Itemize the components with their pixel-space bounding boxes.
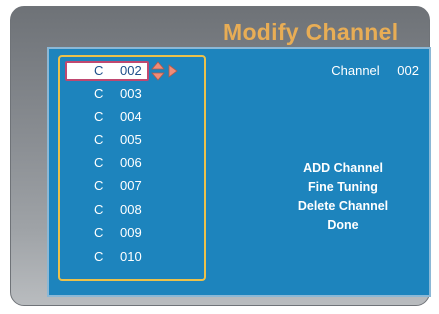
channel-item-selected[interactable]: C 002 — [60, 60, 204, 82]
channel-number: 003 — [120, 86, 142, 101]
channel-prefix: C — [94, 249, 104, 264]
channel-actions-menu: ADD Channel Fine Tuning Delete Channel D… — [251, 159, 435, 235]
modify-channel-panel: C 002 C 003 C 004 C 005 C 006 C 007 C 00… — [47, 47, 431, 297]
channel-number: 004 — [120, 109, 142, 124]
channel-item[interactable]: C 010 — [60, 246, 204, 268]
channel-prefix: C — [94, 225, 104, 240]
channel-number: 009 — [120, 225, 142, 240]
channel-prefix: C — [94, 132, 104, 147]
menu-title: Modify Channel — [223, 19, 399, 45]
channel-number: 006 — [120, 155, 142, 170]
channel-prefix: C — [94, 202, 104, 217]
channel-item[interactable]: C 003 — [60, 83, 204, 105]
fine-tuning-item[interactable]: Fine Tuning — [251, 178, 435, 197]
current-channel-number: 002 — [397, 63, 419, 78]
channel-label: Channel — [331, 63, 380, 78]
channel-prefix: C — [94, 109, 104, 124]
channel-number: 008 — [120, 202, 142, 217]
channel-item[interactable]: C 004 — [60, 106, 204, 128]
channel-item[interactable]: C 005 — [60, 129, 204, 151]
channel-number: 002 — [120, 63, 142, 78]
channel-item[interactable]: C 007 — [60, 175, 204, 197]
osd-window: Modify Channel C 002 C 003 C 004 C 005 C… — [10, 6, 431, 306]
channel-item[interactable]: C 008 — [60, 199, 204, 221]
channel-item[interactable]: C 009 — [60, 222, 204, 244]
channel-prefix: C — [94, 63, 104, 78]
channel-prefix: C — [94, 86, 104, 101]
channel-number: 007 — [120, 178, 142, 193]
channel-prefix: C — [94, 155, 104, 170]
add-channel-item[interactable]: ADD Channel — [251, 159, 435, 178]
right-arrow-icon[interactable] — [168, 64, 178, 78]
channel-prefix: C — [94, 178, 104, 193]
channel-item[interactable]: C 006 — [60, 152, 204, 174]
current-channel-info: Channel 002 — [331, 63, 419, 78]
channel-number: 010 — [120, 249, 142, 264]
up-down-arrows-icon[interactable] — [151, 61, 165, 81]
done-item[interactable]: Done — [251, 216, 435, 235]
channel-list[interactable]: C 002 C 003 C 004 C 005 C 006 C 007 C 00… — [58, 55, 206, 281]
channel-number: 005 — [120, 132, 142, 147]
delete-channel-item[interactable]: Delete Channel — [251, 197, 435, 216]
